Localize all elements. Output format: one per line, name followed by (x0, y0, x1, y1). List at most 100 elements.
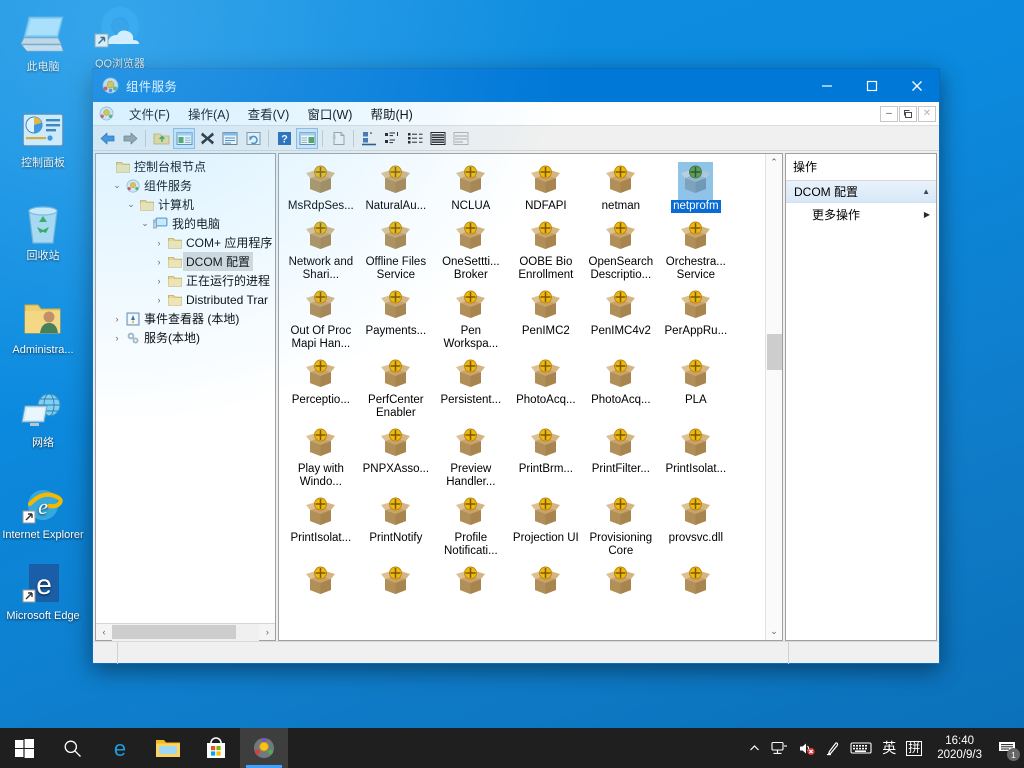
dcom-list-item[interactable]: Network and Shari... (283, 216, 358, 285)
desktop-icon-internet-explorer[interactable]: e Internet Explorer (0, 474, 86, 546)
window-titlebar[interactable]: 组件服务 (93, 69, 939, 102)
dcom-list-item[interactable]: OpenSearch Descriptio... (583, 216, 658, 285)
dcom-list-item[interactable]: PhotoAcq... (583, 354, 658, 423)
dcom-list-item[interactable]: Provisioning Core (583, 492, 658, 561)
show-hidden-icons-button[interactable] (742, 728, 766, 768)
scroll-up-arrow[interactable]: ⌃ (766, 154, 783, 171)
show-hide-action-pane-button[interactable] (296, 128, 318, 149)
chevron-right-icon[interactable]: ▶ (924, 210, 930, 219)
taskbar-clock[interactable]: 16:40 2020/9/3 (927, 728, 992, 768)
scroll-left-arrow[interactable]: ‹ (96, 627, 112, 637)
tree-node-dcom-config[interactable]: › DCOM 配置 (98, 252, 275, 271)
export-list-button[interactable] (327, 128, 349, 149)
scrollbar-thumb[interactable] (112, 625, 236, 639)
pen-tray-icon[interactable] (820, 728, 845, 768)
dcom-list-item[interactable] (508, 561, 583, 604)
taskbar[interactable]: e (0, 728, 1024, 768)
tree-expander[interactable]: › (110, 314, 124, 324)
component-services-window[interactable]: 组件服务 文件(F) (92, 68, 940, 664)
start-button[interactable] (0, 728, 48, 768)
network-tray-icon[interactable] (766, 728, 793, 768)
dcom-list-item[interactable]: PrintIsolat... (658, 423, 733, 492)
dcom-list-item[interactable]: PrintIsolat... (283, 492, 358, 561)
actions-pane[interactable]: 操作 DCOM 配置 ▲ 更多操作 ▶ (785, 153, 937, 641)
view-filter-button[interactable] (450, 128, 472, 149)
desktop-icon-this-pc[interactable]: 此电脑 (0, 6, 86, 78)
forward-button[interactable] (119, 128, 141, 149)
desktop-icon-control-panel[interactable]: 控制面板 (0, 102, 86, 174)
up-one-level-button[interactable] (150, 128, 172, 149)
dcom-list-item[interactable]: PrintBrm... (508, 423, 583, 492)
tree-node-event-viewer[interactable]: › 事件查看器 (本地) (98, 309, 275, 328)
dcom-list-item[interactable] (433, 561, 508, 604)
dcom-list-item[interactable] (658, 561, 733, 604)
desktop-icon-qq-browser[interactable]: QQ浏览器 (90, 4, 150, 71)
tree-expander[interactable]: ⌄ (124, 199, 138, 210)
search-button[interactable] (48, 728, 96, 768)
dcom-list-item[interactable]: Out Of Proc Mapi Han... (283, 285, 358, 354)
action-more-actions[interactable]: 更多操作 ▶ (786, 203, 936, 225)
dcom-list-item[interactable]: PrintFilter... (583, 423, 658, 492)
menu-view[interactable]: 查看(V) (239, 101, 299, 126)
dcom-list-item[interactable] (358, 561, 433, 604)
action-center-button[interactable]: 1 (992, 728, 1022, 768)
taskbar-edge[interactable]: e (96, 728, 144, 768)
back-button[interactable] (96, 128, 118, 149)
desktop-icon-administrator[interactable]: Administra... (0, 289, 86, 361)
dcom-list-item[interactable]: Payments... (358, 285, 433, 354)
tree-node-services-local[interactable]: › 服务(本地) (98, 328, 275, 347)
mdi-minimize-button[interactable]: – (880, 106, 898, 122)
dcom-list-item[interactable]: Offline Files Service (358, 216, 433, 285)
scrollbar-thumb[interactable] (767, 334, 782, 370)
help-button[interactable]: ? (273, 128, 295, 149)
volume-tray-icon[interactable] (793, 728, 820, 768)
dcom-list-item[interactable] (283, 561, 358, 604)
dcom-list-item[interactable]: OOBE Bio Enrollment (508, 216, 583, 285)
dcom-list-item[interactable] (583, 561, 658, 604)
tree-expander[interactable]: › (152, 276, 166, 286)
ime-language-indicator[interactable]: 英 (877, 728, 901, 768)
dcom-list-item[interactable]: netprofm (658, 160, 733, 216)
scroll-down-arrow[interactable]: ⌄ (766, 623, 783, 640)
dcom-list-item[interactable]: PenIMC4v2 (583, 285, 658, 354)
dcom-list-item[interactable]: Persistent... (433, 354, 508, 423)
properties-button[interactable] (219, 128, 241, 149)
dcom-list-item[interactable]: Pen Workspa... (433, 285, 508, 354)
menu-bar[interactable]: 文件(F) 操作(A) 查看(V) 窗口(W) 帮助(H) – ✕ (93, 102, 939, 126)
window-maximize-button[interactable] (849, 69, 894, 102)
dcom-list-item[interactable]: Orchestra... Service (658, 216, 733, 285)
dcom-list-item[interactable]: Profile Notificati... (433, 492, 508, 561)
ime-mode-indicator[interactable]: 拼 (901, 728, 927, 768)
tree-node-component-services[interactable]: ⌄ 组件服务 (98, 176, 275, 195)
dcom-list-item[interactable]: Perceptio... (283, 354, 358, 423)
tree-expander[interactable]: › (152, 238, 166, 248)
view-large-icons-button[interactable] (358, 128, 380, 149)
dcom-list-item[interactable]: PrintNotify (358, 492, 433, 561)
icon-list-view[interactable]: MsRdpSes...NaturalAu...NCLUANDFAPInetman… (279, 154, 765, 640)
console-tree[interactable]: 控制台根节点 ⌄ 组件服务 ⌄ 计算机 (96, 154, 275, 623)
tree-node-com-plus-applications[interactable]: › COM+ 应用程序 (98, 233, 275, 252)
dcom-list-item[interactable]: NDFAPI (508, 160, 583, 216)
taskbar-component-services[interactable] (240, 728, 288, 768)
console-tree-pane[interactable]: 控制台根节点 ⌄ 组件服务 ⌄ 计算机 (95, 153, 276, 641)
tree-node-my-computer[interactable]: ⌄ 我的电脑 (98, 214, 275, 233)
dcom-list-item[interactable]: PerAppRu... (658, 285, 733, 354)
tree-expander[interactable]: ⌄ (138, 218, 152, 229)
list-vertical-scrollbar[interactable]: ⌃ ⌄ (765, 154, 782, 640)
desktop-icon-microsoft-edge[interactable]: e Microsoft Edge (0, 555, 86, 627)
view-details-button[interactable] (427, 128, 449, 149)
dcom-list-item[interactable]: NCLUA (433, 160, 508, 216)
refresh-button[interactable] (242, 128, 264, 149)
tree-node-console-root[interactable]: 控制台根节点 (98, 157, 275, 176)
dcom-list-item[interactable]: Play with Windo... (283, 423, 358, 492)
actions-group-dcom-config[interactable]: DCOM 配置 ▲ (786, 181, 936, 203)
tree-expander[interactable]: › (152, 257, 166, 267)
desktop[interactable]: 此电脑 控制面板 (0, 0, 1024, 768)
tree-expander[interactable]: ⌄ (110, 180, 124, 191)
view-list-button[interactable] (404, 128, 426, 149)
touch-keyboard-icon[interactable] (845, 728, 877, 768)
dcom-list-item[interactable]: NaturalAu... (358, 160, 433, 216)
view-small-icons-button[interactable] (381, 128, 403, 149)
toolbar[interactable]: ? (93, 126, 939, 151)
scrollbar-track[interactable] (112, 624, 259, 641)
